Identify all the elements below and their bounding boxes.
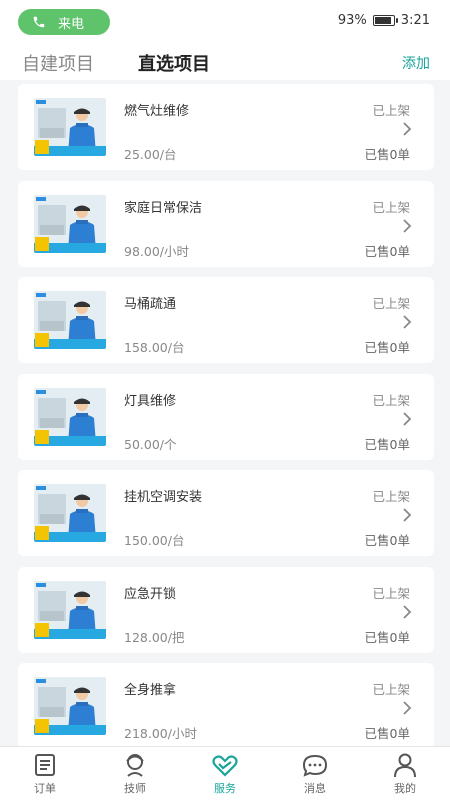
toilet-unclog-thumbnail (34, 291, 106, 349)
lamp-repair-thumbnail (34, 387, 106, 446)
emergency-unlock-thumbnail (34, 580, 106, 639)
nav-label: 我的 (394, 782, 416, 795)
service-name: 全身推拿 (124, 683, 177, 698)
service-name: 灯具维修 (124, 393, 177, 409)
status-indicators: 93% 3:21 (338, 13, 430, 28)
chevron-right-icon[interactable] (402, 508, 412, 522)
service-name: 家庭日常保洁 (124, 200, 203, 216)
battery-icon (372, 15, 398, 26)
service-card[interactable]: 挂机空调安装 150.00/台 已上架 已售0单 (18, 470, 434, 556)
massage-thumbnail (34, 677, 106, 735)
nav-label: 订单 (34, 782, 56, 795)
service-name: 应急开锁 (124, 586, 177, 602)
service-price: 25.00/台 (124, 147, 177, 162)
nav-label: 技师 (124, 782, 146, 795)
service-price: 128.00/把 (124, 629, 185, 645)
tab-selected[interactable]: 直选项目 (138, 50, 210, 76)
nav-item-order[interactable]: 订单 (0, 747, 90, 800)
service-price: 150.00/台 (124, 533, 185, 548)
listing-status: 已上架 (372, 585, 410, 601)
service-price: 50.00/个 (124, 436, 177, 452)
nav-label: 服务 (214, 782, 236, 795)
chevron-right-icon[interactable] (402, 411, 412, 426)
service-price: 98.00/小时 (124, 243, 189, 259)
chevron-right-icon[interactable] (402, 122, 412, 136)
nav-item-service[interactable]: 服务 (180, 747, 270, 800)
sold-count: 已售0单 (364, 533, 410, 548)
status-bar: 来电 93% 3:21 (0, 0, 450, 42)
message-icon (302, 754, 328, 777)
service-name: 燃气灶维修 (124, 104, 190, 119)
incoming-call-pill[interactable]: 来电 (18, 9, 110, 35)
nav-label: 消息 (304, 782, 326, 795)
project-tabs: 自建项目 直选项目 添加 (0, 42, 450, 80)
service-name: 马桶疏通 (124, 297, 177, 312)
clock: 3:21 (400, 13, 430, 28)
chevron-right-icon[interactable] (402, 604, 412, 619)
service-card[interactable]: 全身推拿 218.00/小时 已上架 已售0单 (18, 663, 434, 749)
gas-stove-repair-thumbnail (34, 98, 106, 156)
sold-count: 已售0单 (364, 340, 410, 355)
listing-status: 已上架 (372, 682, 410, 697)
ac-install-thumbnail (34, 484, 106, 542)
add-button[interactable]: 添加 (402, 53, 430, 73)
service-price: 218.00/小时 (124, 726, 197, 741)
bottom-nav: 订单 技师 服务 消息 我的 (0, 746, 450, 800)
nav-item-message[interactable]: 消息 (270, 747, 360, 800)
listing-status: 已上架 (372, 296, 410, 311)
service-icon (212, 755, 238, 777)
sold-count: 已售0单 (364, 436, 410, 452)
chevron-right-icon[interactable] (402, 315, 412, 329)
listing-status: 已上架 (372, 103, 410, 118)
home-cleaning-thumbnail (34, 194, 106, 253)
service-price: 158.00/台 (124, 340, 185, 355)
service-card[interactable]: 应急开锁 128.00/把 已上架 已售0单 (18, 566, 434, 653)
sold-count: 已售0单 (364, 147, 410, 162)
service-card[interactable]: 家庭日常保洁 98.00/小时 已上架 已售0单 (18, 180, 434, 267)
service-list: 燃气灶维修 25.00/台 已上架 已售0单 家庭日常保洁 98.00/小时 已… (18, 84, 434, 760)
sold-count: 已售0单 (364, 243, 410, 259)
call-label: 来电 (58, 16, 85, 32)
tab-self-built[interactable]: 自建项目 (22, 50, 94, 76)
listing-status: 已上架 (372, 392, 410, 408)
chevron-right-icon[interactable] (402, 218, 412, 233)
sold-count: 已售0单 (364, 726, 410, 741)
listing-status: 已上架 (372, 489, 410, 504)
service-card[interactable]: 马桶疏通 158.00/台 已上架 已售0单 (18, 277, 434, 363)
service-card[interactable]: 燃气灶维修 25.00/台 已上架 已售0单 (18, 84, 434, 170)
service-card[interactable]: 灯具维修 50.00/个 已上架 已售0单 (18, 373, 434, 460)
sold-count: 已售0单 (364, 629, 410, 645)
profile-icon (394, 753, 416, 778)
phone-icon (33, 16, 45, 28)
service-name: 挂机空调安装 (124, 490, 203, 505)
chevron-right-icon[interactable] (402, 701, 412, 715)
order-icon (35, 754, 55, 776)
nav-item-technician[interactable]: 技师 (90, 747, 180, 800)
nav-item-profile[interactable]: 我的 (360, 747, 450, 800)
technician-icon (126, 754, 144, 777)
battery-percent: 93% (337, 13, 367, 28)
listing-status: 已上架 (372, 199, 410, 215)
